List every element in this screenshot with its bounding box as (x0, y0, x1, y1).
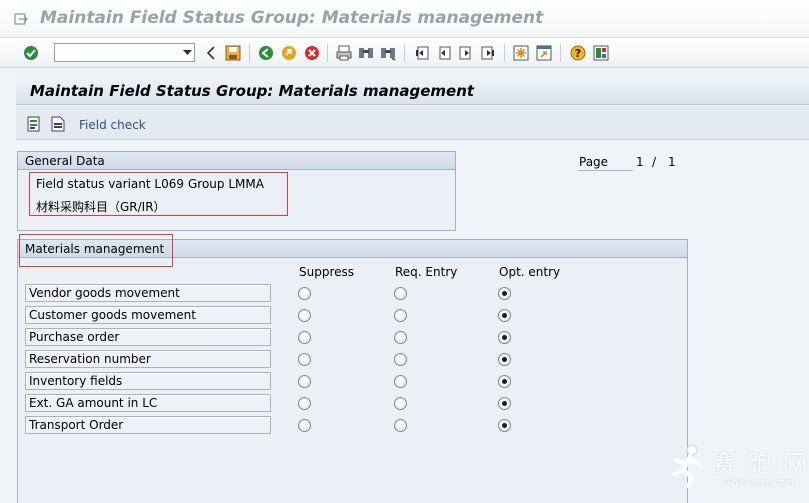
svg-text:?: ? (575, 47, 581, 60)
page-separator: / (652, 155, 657, 169)
watermark-text: 赛 跑 网 (712, 450, 809, 478)
row-label-purchase-order: Purchase order (25, 328, 271, 346)
radio-customer-suppress[interactable] (298, 309, 311, 322)
window-title: Maintain Field Status Group: Materials m… (40, 8, 544, 28)
row-label-ext-ga-amount: Ext. GA amount in LC (25, 394, 271, 412)
highlight-box-materials (19, 234, 173, 267)
cancel-icon[interactable] (303, 44, 321, 62)
layout-menu-icon[interactable] (592, 44, 610, 62)
field-check-button[interactable]: Field check (79, 118, 146, 132)
row-label-customer-goods-movement: Customer goods movement (25, 306, 271, 324)
find-next-icon[interactable] (379, 44, 397, 62)
radio-transport-opt-entry[interactable] (498, 419, 511, 432)
radio-reservation-suppress[interactable] (298, 353, 311, 366)
radio-purchase-order-opt-entry[interactable] (498, 331, 511, 344)
radio-reservation-opt-entry[interactable] (498, 353, 511, 366)
page-label: Page (578, 155, 633, 171)
back-arrow-icon[interactable] (202, 44, 220, 62)
runner-logo-icon (668, 444, 708, 491)
radio-purchase-order-suppress[interactable] (298, 331, 311, 344)
radio-ext-ga-req-entry[interactable] (394, 397, 407, 410)
next-page-icon[interactable] (457, 44, 475, 62)
document-icon[interactable] (49, 115, 67, 133)
radio-inventory-req-entry[interactable] (394, 375, 407, 388)
general-data-header: General Data (18, 152, 455, 170)
column-req-entry: Req. Entry (395, 265, 458, 279)
radio-vendor-suppress[interactable] (298, 287, 311, 300)
column-opt-entry: Opt. entry (499, 265, 561, 279)
row-label-reservation-number: Reservation number (25, 350, 271, 368)
screen-header: Maintain Field Status Group: Materials m… (16, 78, 809, 105)
radio-transport-suppress[interactable] (298, 419, 311, 432)
radio-inventory-suppress[interactable] (298, 375, 311, 388)
last-page-icon[interactable] (479, 44, 497, 62)
chevron-down-icon[interactable] (180, 44, 194, 61)
back-icon[interactable] (257, 44, 275, 62)
radio-reservation-req-entry[interactable] (394, 353, 407, 366)
radio-ext-ga-opt-entry[interactable] (498, 397, 511, 410)
row-label-inventory-fields: Inventory fields (25, 372, 271, 390)
radio-ext-ga-suppress[interactable] (298, 397, 311, 410)
command-field[interactable] (54, 43, 195, 62)
save-icon[interactable] (224, 44, 242, 62)
create-session-icon[interactable] (512, 44, 530, 62)
window-title-bar: Maintain Field Status Group: Materials m… (0, 0, 809, 38)
highlight-box-general (29, 172, 288, 216)
page-current: 1 (636, 155, 644, 169)
page-total: 1 (668, 155, 676, 169)
application-toolbar: Field check (16, 106, 809, 140)
print-icon[interactable] (335, 44, 353, 62)
radio-customer-opt-entry[interactable] (498, 309, 511, 322)
shortcut-icon[interactable] (535, 44, 553, 62)
radio-vendor-req-entry[interactable] (394, 287, 407, 300)
help-icon[interactable]: ? (569, 44, 587, 62)
row-label-transport-order: Transport Order (25, 416, 271, 434)
column-suppress: Suppress (299, 265, 355, 279)
radio-purchase-order-req-entry[interactable] (394, 331, 407, 344)
watermark-url: www.91sap.com (720, 478, 794, 488)
page-title: Maintain Field Status Group: Materials m… (30, 82, 475, 100)
row-label-vendor-goods-movement: Vendor goods movement (25, 284, 271, 302)
exit-icon[interactable] (280, 44, 298, 62)
radio-inventory-opt-entry[interactable] (498, 375, 511, 388)
first-page-icon[interactable] (413, 44, 431, 62)
radio-customer-req-entry[interactable] (394, 309, 407, 322)
window-menu-icon[interactable] (14, 12, 28, 26)
watermark: 赛 跑 网 www.91sap.com (662, 440, 807, 496)
radio-vendor-opt-entry[interactable] (498, 287, 511, 300)
find-icon[interactable] (357, 44, 375, 62)
enter-check-icon[interactable] (22, 44, 40, 62)
radio-transport-req-entry[interactable] (394, 419, 407, 432)
other-group-icon[interactable] (25, 115, 43, 133)
system-toolbar: ? (0, 38, 809, 68)
previous-page-icon[interactable] (435, 44, 453, 62)
